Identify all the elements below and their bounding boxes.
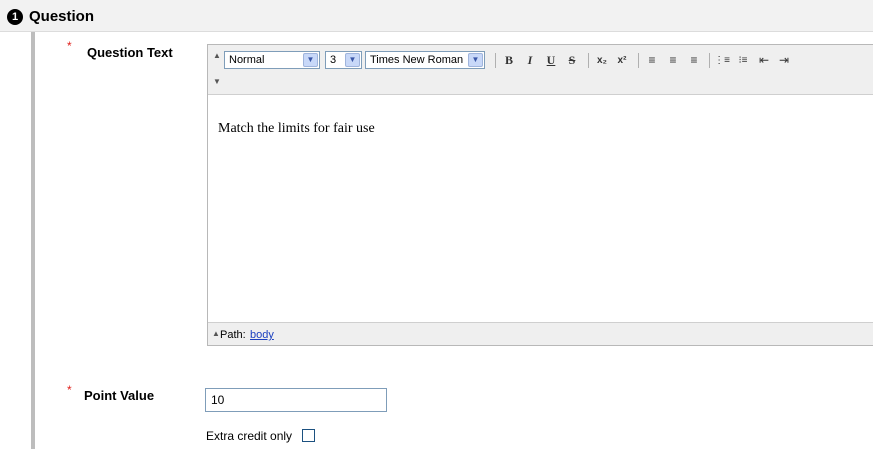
bold-button[interactable]: B bbox=[500, 52, 518, 69]
strikethrough-button[interactable]: S bbox=[563, 52, 581, 69]
section-header: 1 Question bbox=[0, 0, 873, 32]
align-left-button[interactable]: ≡ bbox=[643, 52, 661, 69]
step-number-badge: 1 bbox=[7, 9, 23, 25]
underline-button[interactable]: U bbox=[542, 52, 560, 69]
chevron-down-icon[interactable]: ▼ bbox=[303, 53, 318, 67]
rich-text-editor: ▲ ▼ Normal ▼ 3 ▼ Times New Roman ▼ B I U… bbox=[207, 44, 873, 346]
indent-button[interactable]: ⇥ bbox=[775, 52, 793, 69]
editor-content-area[interactable]: Match the limits for fair use bbox=[208, 96, 873, 321]
align-right-button[interactable]: ≡ bbox=[685, 52, 703, 69]
font-family-select[interactable]: Times New Roman ▼ bbox=[365, 51, 485, 69]
toolbar-divider bbox=[588, 53, 589, 68]
italic-button[interactable]: I bbox=[521, 52, 539, 69]
align-center-button[interactable]: ≡ bbox=[664, 52, 682, 69]
toolbar-divider bbox=[638, 53, 639, 68]
path-label: Path: bbox=[220, 329, 246, 341]
section-rail bbox=[31, 32, 35, 449]
path-body-link[interactable]: body bbox=[250, 329, 274, 341]
point-value-label: Point Value bbox=[84, 388, 155, 403]
editor-content-text[interactable]: Match the limits for fair use bbox=[218, 121, 375, 137]
question-text-label: Question Text bbox=[87, 45, 173, 60]
chevron-down-icon[interactable]: ▼ bbox=[345, 53, 360, 67]
toolbar-divider bbox=[495, 53, 496, 68]
unordered-list-button[interactable]: ⁝≡ bbox=[734, 52, 752, 69]
toolbar-collapse-up-icon[interactable]: ▲ bbox=[213, 51, 221, 60]
extra-credit-label: Extra credit only bbox=[206, 429, 293, 443]
editor-toolbar: ▲ ▼ Normal ▼ 3 ▼ Times New Roman ▼ B I U… bbox=[208, 45, 873, 95]
superscript-button[interactable]: x² bbox=[613, 52, 631, 69]
toolbar-expand-down-icon[interactable]: ▼ bbox=[213, 77, 221, 86]
path-collapse-icon[interactable]: ▲ bbox=[212, 329, 220, 338]
font-size-select[interactable]: 3 ▼ bbox=[325, 51, 362, 69]
editor-path-bar: ▲ Path: body bbox=[208, 322, 873, 345]
paragraph-style-value: Normal bbox=[229, 54, 265, 66]
extra-credit-checkbox[interactable] bbox=[302, 429, 315, 442]
toolbar-divider bbox=[709, 53, 710, 68]
outdent-button[interactable]: ⇤ bbox=[755, 52, 773, 69]
chevron-down-icon[interactable]: ▼ bbox=[468, 53, 483, 67]
paragraph-style-select[interactable]: Normal ▼ bbox=[224, 51, 320, 69]
font-family-value: Times New Roman bbox=[370, 54, 464, 66]
point-value-input[interactable] bbox=[205, 388, 387, 412]
required-marker: * bbox=[67, 39, 72, 53]
ordered-list-button[interactable]: ⋮≡ bbox=[713, 52, 731, 69]
section-title: Question bbox=[29, 8, 95, 25]
required-marker: * bbox=[67, 383, 72, 397]
subscript-button[interactable]: x₂ bbox=[593, 52, 611, 69]
font-size-value: 3 bbox=[330, 54, 337, 66]
